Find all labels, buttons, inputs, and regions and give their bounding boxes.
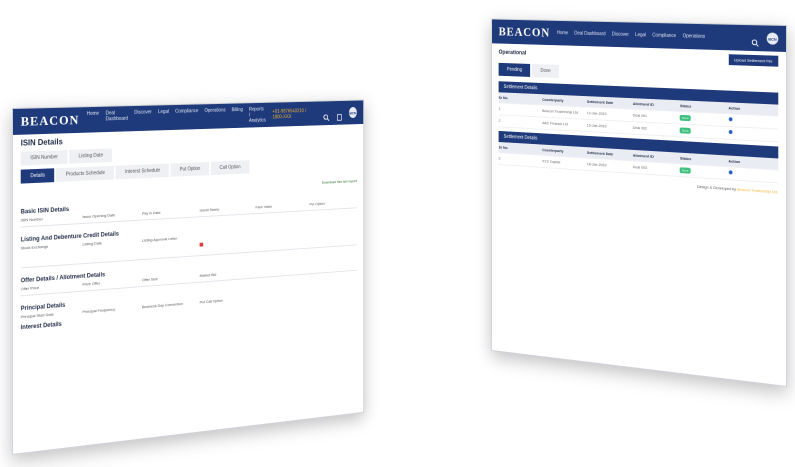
table-cell: Deal 003 — [632, 164, 648, 170]
column-header: Status — [679, 103, 692, 109]
table-cell: Deal 001 — [632, 112, 648, 119]
search-icon[interactable] — [751, 34, 759, 42]
column-header: Counterparty — [542, 147, 564, 154]
field-label: Stock Exchange — [20, 243, 49, 251]
tab-pending[interactable]: Pending — [498, 62, 531, 77]
column-header: Action — [728, 158, 741, 165]
column-header: Settlement Date — [586, 150, 614, 157]
info-icon[interactable] — [728, 170, 778, 179]
download-report-button[interactable]: Download this isin report — [322, 178, 357, 184]
helpline-number: +91-9876543210 / 1800-XXX — [272, 108, 307, 121]
column-header: Sr No. — [498, 144, 509, 150]
column-header: Sr No. — [498, 95, 509, 101]
status-badge: Done — [679, 167, 691, 174]
credit-text: Design & Developed by — [697, 183, 737, 192]
table-cell: 2 — [498, 118, 501, 123]
main-nav: Home Deal Dashboard Discover Legal Compl… — [557, 30, 744, 41]
nav-home[interactable]: Home — [87, 111, 99, 129]
nav-operations[interactable]: Operations — [204, 108, 225, 126]
column-header: Status — [679, 155, 692, 162]
tab-products-schedule[interactable]: Products Schedule — [56, 165, 115, 183]
nav-discover[interactable]: Discover — [612, 32, 629, 38]
upload-settlement-button[interactable]: Upload Settlement File — [728, 54, 779, 67]
field-label: Listing Date — [82, 240, 102, 247]
isin-number-filter[interactable]: ISIN Number — [20, 149, 68, 166]
nav-compliance[interactable]: Compliance — [652, 33, 676, 39]
nav-billing[interactable]: Billing — [232, 107, 243, 124]
mockup-stage: BEACON Home Deal Dashboard Discover Lega… — [0, 0, 795, 467]
nav-home[interactable]: Home — [557, 30, 568, 36]
table-cell: 18-Jan-2023 — [586, 161, 607, 168]
tab-call-option[interactable]: Call Option — [210, 160, 250, 176]
document-icon[interactable] — [336, 109, 342, 116]
tab-details[interactable]: Details — [20, 168, 55, 184]
isin-details-screen: BEACON Home Deal Dashboard Discover Lega… — [12, 99, 365, 455]
nav-legal[interactable]: Legal — [635, 32, 646, 38]
field-label: Listing Approval Letter — [142, 235, 178, 243]
column-header: Action — [728, 105, 741, 111]
nav-operations[interactable]: Operations — [683, 33, 706, 39]
table-cell: 12-Jan-2023 — [586, 110, 607, 117]
status-badge: Done — [679, 127, 691, 134]
settlement-screen: BEACON Home Deal Dashboard Discover Lega… — [491, 18, 787, 388]
search-icon[interactable] — [323, 109, 329, 116]
beacon-logo[interactable]: BEACON — [499, 24, 550, 40]
avatar[interactable]: BCN — [766, 32, 779, 45]
nav-compliance[interactable]: Compliance — [175, 108, 198, 126]
flag-icon — [199, 231, 251, 251]
info-icon[interactable] — [728, 117, 778, 125]
table-cell: Beacon Trusteeship Ltd — [542, 108, 578, 115]
tab-done[interactable]: Done — [532, 64, 560, 79]
table-cell: 3 — [498, 155, 501, 161]
table-cell: 15-Jan-2023 — [586, 122, 607, 129]
nav-deal-dashboard[interactable]: Deal Dashboard — [574, 31, 605, 37]
column-header: Counterparty — [542, 97, 564, 103]
listing-date-filter[interactable]: Listing Date — [69, 148, 113, 164]
nav-legal[interactable]: Legal — [158, 109, 169, 127]
nav-reports[interactable]: Reports / Analytics — [249, 107, 266, 124]
column-header: Settlement Date — [586, 99, 614, 105]
table-cell: 1 — [498, 106, 501, 111]
column-header: Allotment ID — [632, 152, 654, 159]
column-header: Allotment ID — [632, 101, 654, 107]
table-cell: XYZ Capital — [542, 158, 561, 165]
nav-discover[interactable]: Discover — [134, 109, 152, 127]
status-badge: Done — [679, 114, 691, 122]
table-cell: ABC Finance Ltd — [542, 120, 568, 127]
main-nav: Home Deal Dashboard Discover Legal Compl… — [87, 107, 266, 129]
beacon-logo[interactable]: BEACON — [21, 112, 80, 129]
tab-put-option[interactable]: Put Option — [170, 161, 210, 177]
avatar[interactable]: BCN — [348, 106, 357, 119]
nav-deal-dashboard[interactable]: Deal Dashboard — [106, 110, 128, 128]
section-subtitle: Operational — [498, 49, 527, 56]
credit-brand[interactable]: Beacon Trusteeship Ltd. — [737, 187, 778, 195]
table-cell: Deal 002 — [632, 125, 648, 131]
tab-interest-schedule[interactable]: Interest Schedule — [115, 163, 170, 180]
info-icon[interactable] — [728, 129, 778, 139]
